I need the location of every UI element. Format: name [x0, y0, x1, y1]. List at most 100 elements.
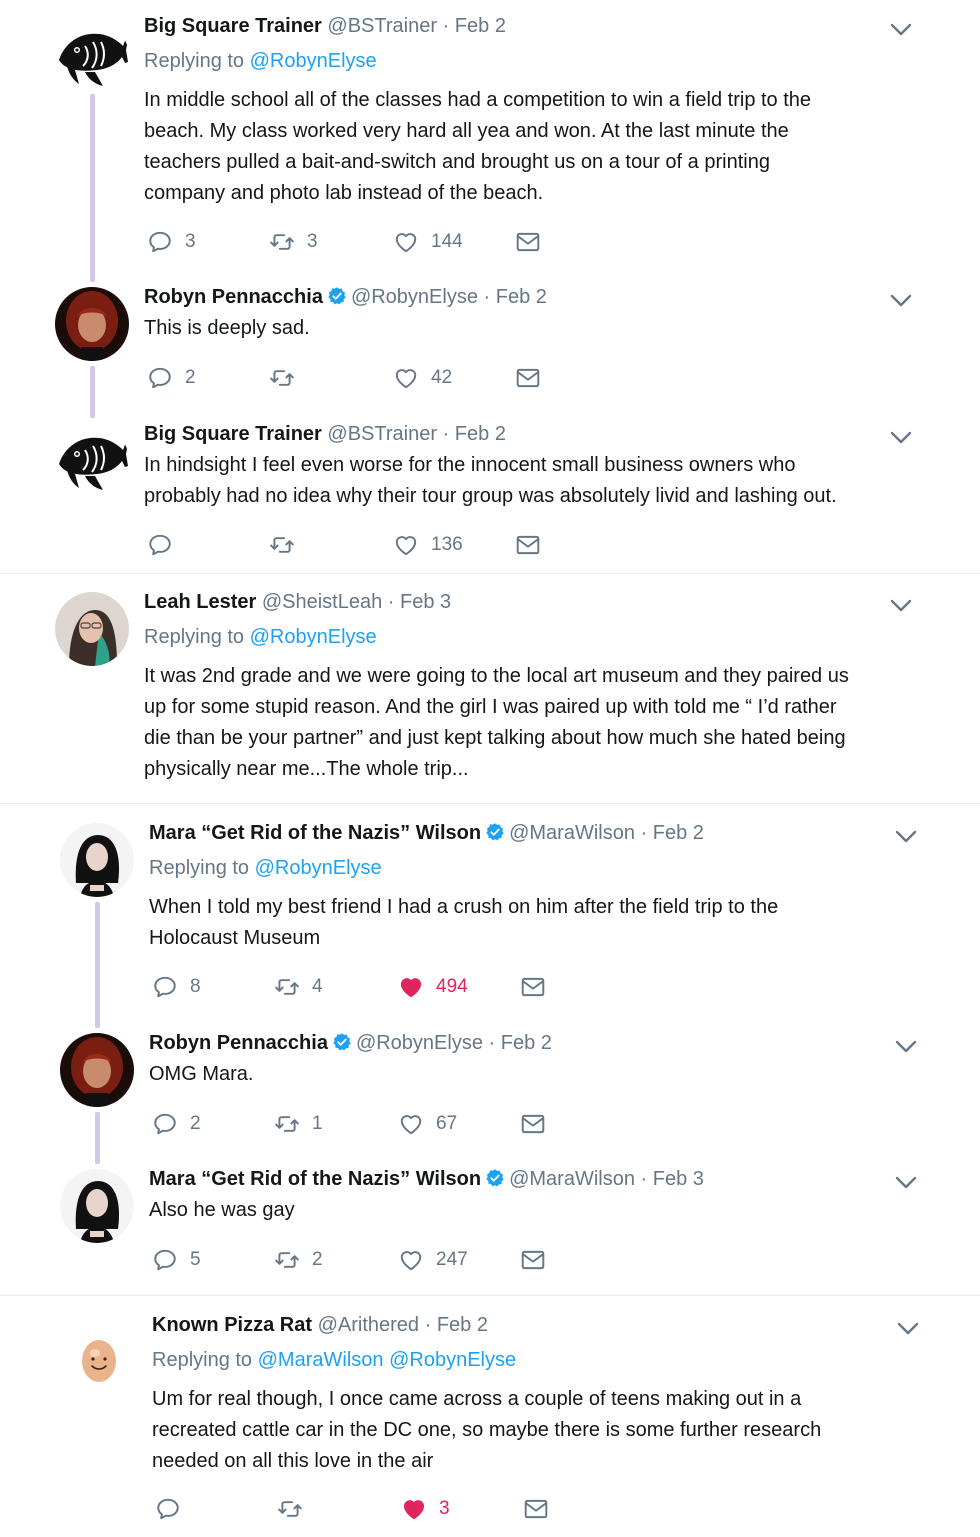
user-handle[interactable]: @SheistLeah — [262, 591, 382, 613]
text-line: Holocaust Museum — [149, 927, 321, 949]
user-handle[interactable]: @RobynElyse — [351, 286, 478, 308]
tweet[interactable]: Known Pizza Rat @Arithered · Feb 2 Reply… — [0, 1311, 980, 1537]
separator: · — [442, 15, 450, 37]
user-handle[interactable]: @MaraWilson — [509, 822, 635, 844]
text-line: up for some stupid reason. And the girl … — [144, 696, 837, 718]
text-line: physically near me...The whole trip... — [144, 758, 469, 780]
reply-button[interactable]: 2 — [147, 363, 196, 393]
avatar[interactable] — [60, 823, 134, 897]
avatar[interactable] — [55, 287, 129, 361]
retweet-icon — [277, 1496, 303, 1522]
tweet[interactable]: Big Square Trainer @BSTrainer · Feb 2 In… — [0, 420, 980, 570]
text-line: probably had no idea why their tour grou… — [144, 485, 837, 507]
separator: · — [488, 1032, 496, 1054]
mention-link[interactable]: @RobynElyse — [389, 1349, 516, 1371]
tweet-header: Big Square Trainer @BSTrainer · Feb 2 — [144, 420, 506, 448]
tweet[interactable]: Big Square Trainer @BSTrainer · Feb 2 Re… — [0, 0, 980, 280]
mention-link[interactable]: @MaraWilson — [258, 1349, 384, 1371]
reply-button[interactable] — [147, 530, 185, 560]
tweet-text: In middle school all of the classes had … — [144, 85, 924, 209]
retweet-button[interactable]: 2 — [274, 1245, 323, 1275]
tweet-date[interactable]: Feb 3 — [400, 591, 451, 613]
heart-icon — [393, 229, 419, 255]
user-handle[interactable]: @BSTrainer — [327, 423, 437, 445]
reply-button[interactable]: 3 — [147, 227, 196, 257]
avatar[interactable] — [60, 1169, 134, 1243]
user-name[interactable]: Mara “Get Rid of the Nazis” Wilson — [149, 1168, 481, 1190]
dm-button[interactable] — [523, 1494, 561, 1524]
heart-icon — [401, 1496, 427, 1522]
mention-link[interactable]: @RobynElyse — [255, 857, 382, 879]
like-button[interactable]: 67 — [398, 1109, 457, 1139]
reply-button[interactable]: 5 — [152, 1245, 201, 1275]
chevron-down-icon[interactable] — [890, 431, 912, 445]
chevron-down-icon[interactable] — [895, 1176, 917, 1190]
text-line: company and photo lab instead of the bea… — [144, 182, 544, 204]
retweet-button[interactable] — [277, 1494, 315, 1524]
tweet-text: It was 2nd grade and we were going to th… — [144, 661, 924, 785]
chevron-down-icon[interactable] — [897, 1322, 919, 1336]
like-button[interactable]: 3 — [401, 1494, 450, 1524]
reply-button[interactable]: 2 — [152, 1109, 201, 1139]
retweet-button[interactable]: 1 — [274, 1109, 323, 1139]
dm-button[interactable] — [520, 972, 558, 1002]
chevron-down-icon[interactable] — [890, 294, 912, 308]
chevron-down-icon[interactable] — [895, 830, 917, 844]
user-name[interactable]: Robyn Pennacchia — [144, 286, 323, 308]
retweet-button[interactable] — [269, 530, 307, 560]
tweet-date[interactable]: Feb 2 — [496, 286, 547, 308]
mention-link[interactable]: @RobynElyse — [250, 626, 377, 648]
tweet-date[interactable]: Feb 2 — [455, 15, 506, 37]
tweet-date[interactable]: Feb 2 — [437, 1314, 488, 1336]
tweet-date[interactable]: Feb 2 — [501, 1032, 552, 1054]
chevron-down-icon[interactable] — [890, 599, 912, 613]
user-handle[interactable]: @BSTrainer — [327, 15, 437, 37]
dm-button[interactable] — [515, 530, 553, 560]
like-button[interactable]: 494 — [398, 972, 468, 1002]
dm-button[interactable] — [515, 227, 553, 257]
retweet-button[interactable]: 3 — [269, 227, 318, 257]
tweet[interactable]: Robyn Pennacchia @RobynElyse · Feb 2 OMG … — [0, 1029, 980, 1159]
retweet-count: 2 — [312, 1249, 323, 1270]
reply-button[interactable]: 8 — [152, 972, 201, 1002]
chevron-down-icon[interactable] — [895, 1040, 917, 1054]
envelope-icon — [520, 1247, 546, 1273]
dm-button[interactable] — [520, 1109, 558, 1139]
like-count: 144 — [431, 231, 463, 252]
chevron-down-icon[interactable] — [890, 23, 912, 37]
tweet-date[interactable]: Feb 2 — [455, 423, 506, 445]
user-handle[interactable]: @MaraWilson — [509, 1168, 635, 1190]
user-handle[interactable]: @RobynElyse — [356, 1032, 483, 1054]
user-name[interactable]: Mara “Get Rid of the Nazis” Wilson — [149, 822, 481, 844]
like-button[interactable]: 247 — [398, 1245, 468, 1275]
mention-link[interactable]: @RobynElyse — [250, 50, 377, 72]
avatar[interactable] — [55, 424, 129, 498]
like-button[interactable]: 144 — [393, 227, 463, 257]
dm-button[interactable] — [520, 1245, 558, 1275]
avatar[interactable] — [62, 1321, 136, 1395]
avatar[interactable] — [60, 1033, 134, 1107]
retweet-button[interactable] — [269, 363, 307, 393]
like-count: 3 — [439, 1498, 450, 1519]
user-name[interactable]: Big Square Trainer — [144, 423, 322, 445]
dm-button[interactable] — [515, 363, 553, 393]
tweet[interactable]: Leah Lester @SheistLeah · Feb 3 Replying… — [0, 588, 980, 798]
user-name[interactable]: Leah Lester — [144, 591, 256, 613]
like-button[interactable]: 136 — [393, 530, 463, 560]
retweet-button[interactable]: 4 — [274, 972, 323, 1002]
tweet[interactable]: Mara “Get Rid of the Nazis” Wilson @MaraW… — [0, 1165, 980, 1290]
separator: · — [387, 591, 395, 613]
separator: · — [424, 1314, 432, 1336]
like-button[interactable]: 42 — [393, 363, 452, 393]
user-handle[interactable]: @Arithered — [318, 1314, 419, 1336]
reply-button[interactable] — [155, 1494, 193, 1524]
user-name[interactable]: Robyn Pennacchia — [149, 1032, 328, 1054]
avatar[interactable] — [55, 20, 129, 94]
tweet-date[interactable]: Feb 3 — [653, 1168, 704, 1190]
avatar[interactable] — [55, 592, 129, 666]
tweet-date[interactable]: Feb 2 — [653, 822, 704, 844]
user-name[interactable]: Big Square Trainer — [144, 15, 322, 37]
user-name[interactable]: Known Pizza Rat — [152, 1314, 312, 1336]
tweet[interactable]: Robyn Pennacchia @RobynElyse · Feb 2 This… — [0, 283, 980, 413]
tweet[interactable]: Mara “Get Rid of the Nazis” Wilson @MaraW… — [0, 819, 980, 1019]
